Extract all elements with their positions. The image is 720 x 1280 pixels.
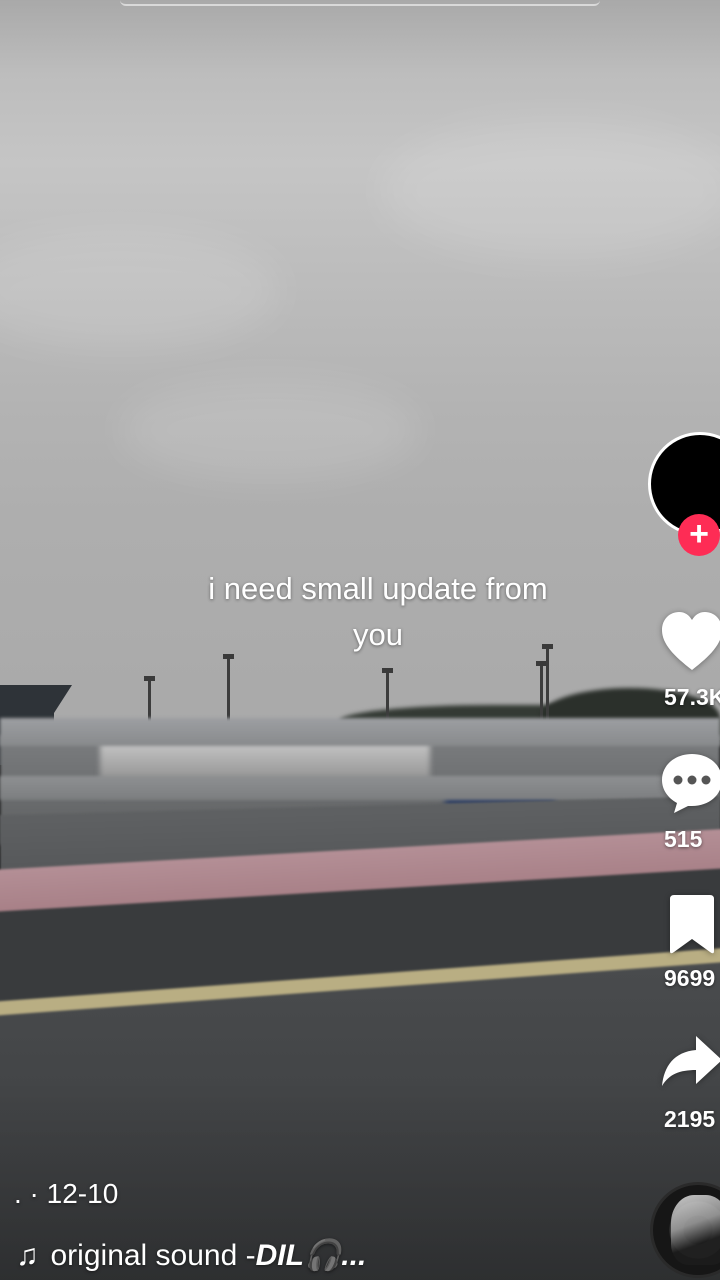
video-feed-screen[interactable]: i need small update from you + 57.3K 515… (0, 0, 720, 1280)
post-date: . · 12-10 (14, 1178, 119, 1209)
sound-cover-art (671, 1195, 720, 1265)
sound-prefix: original sound - (50, 1238, 256, 1272)
top-indicator (120, 0, 600, 6)
save-button[interactable]: 9699 (660, 893, 720, 991)
heart-icon (662, 612, 720, 670)
share-count: 2195 (664, 1106, 716, 1132)
guard-rail (0, 776, 720, 800)
music-note-icon: ♫ (16, 1238, 39, 1272)
sound-name: DIL🎧... (255, 1239, 367, 1272)
share-button[interactable]: 2195 (660, 1032, 720, 1132)
follow-button[interactable]: + (678, 514, 720, 556)
comment-bubble-icon (662, 754, 720, 813)
light-pole (542, 644, 553, 720)
comment-button[interactable]: 515 (660, 750, 720, 852)
comment-count: 515 (664, 826, 703, 852)
like-button[interactable]: 57.3K (660, 608, 720, 710)
video-caption: i need small update from you (208, 571, 548, 652)
cloud (380, 120, 720, 260)
save-count: 9699 (664, 965, 716, 991)
bookmark-icon (670, 895, 714, 954)
light-pole (536, 661, 547, 720)
share-arrow-icon (662, 1036, 720, 1086)
guard-rail (0, 718, 720, 746)
like-count: 57.3K (664, 684, 720, 710)
cloud (120, 380, 420, 480)
sound-link[interactable]: ♫ original sound - DIL🎧... (16, 1238, 366, 1273)
